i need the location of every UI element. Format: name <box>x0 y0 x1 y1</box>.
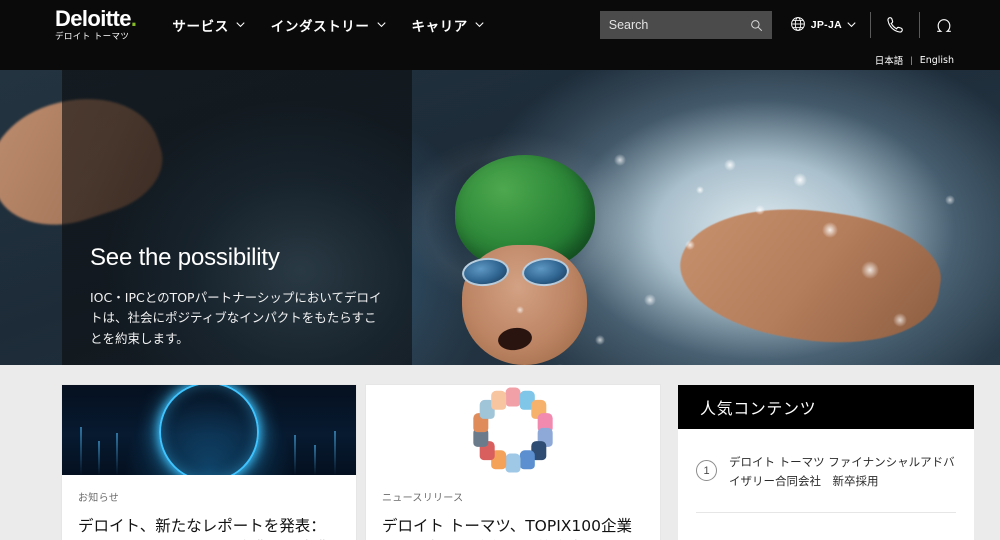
rank-badge: 1 <box>696 460 717 481</box>
globe-icon <box>790 16 806 35</box>
person-icon[interactable] <box>934 15 954 35</box>
card-body: お知らせ デロイト、新たなレポートを発表：アジア パシフィックの企業には事業ポー… <box>62 475 356 540</box>
search-icon[interactable] <box>750 19 763 32</box>
logo-wordmark: Deloitte. <box>55 6 137 32</box>
hero-description: IOC・IPCとのTOPパートナーシップにおいてデロイトは、社会にポジティブなイ… <box>90 290 382 346</box>
hero-content: See the possibility IOC・IPCとのTOPパートナーシップ… <box>90 244 390 365</box>
popular-content-header: 人気コンテンツ <box>678 385 974 429</box>
popular-content-list: 1 デロイト トーマツ ファイナンシャルアドバイザリー合同会社 新卒採用 <box>678 429 974 514</box>
logo-subtitle: デロイト トーマツ <box>55 32 130 43</box>
people-circle-shape <box>472 387 554 473</box>
search-placeholder: Search <box>608 18 649 32</box>
chevron-down-icon <box>847 20 856 29</box>
site-header: Deloitte. デロイト トーマツ サービス インダストリー キャリア Se… <box>0 0 1000 50</box>
neon-ring-shape <box>159 385 259 475</box>
phone-icon[interactable] <box>885 15 905 35</box>
card-title: デロイト トーマツ、TOPIX100企業の役員報酬の実態と人的資本の開示内容を分… <box>382 517 632 540</box>
chevron-down-icon <box>236 20 245 29</box>
main-nav: サービス インダストリー キャリア <box>172 15 484 35</box>
news-card-1[interactable]: お知らせ デロイト、新たなレポートを発表：アジア パシフィックの企業には事業ポー… <box>62 385 356 540</box>
person-figure <box>505 453 521 473</box>
card-kicker: ニュースリリース <box>382 493 464 504</box>
card-media-people-circle <box>366 385 660 475</box>
nav-item-label: インダストリー <box>270 19 370 35</box>
nav-item-services[interactable]: サービス <box>172 15 245 35</box>
card-body: ニュースリリース デロイト トーマツ、TOPIX100企業の役員報酬の実態と人的… <box>366 475 660 540</box>
logo-green-dot: . <box>130 6 137 32</box>
chevron-down-icon <box>376 20 386 29</box>
hero-banner: See the possibility IOC・IPCとのTOPパートナーシップ… <box>0 70 1000 365</box>
content-cards-row: お知らせ デロイト、新たなレポートを発表：アジア パシフィックの企業には事業ポー… <box>0 365 1000 540</box>
card-kicker: お知らせ <box>78 493 119 504</box>
card-media-neon-ring <box>62 385 356 475</box>
deloitte-logo[interactable]: Deloitte. デロイト トーマツ <box>55 6 137 43</box>
language-bar: 日本語 | English <box>0 50 1000 70</box>
hero-left-edge <box>0 70 62 365</box>
header-utilities: Search JP-JA <box>599 11 954 39</box>
locale-label: JP-JA <box>810 19 842 31</box>
lang-link-english[interactable]: English <box>920 55 954 66</box>
search-input[interactable]: Search <box>599 11 772 39</box>
popular-content-panel: 人気コンテンツ 1 デロイト トーマツ ファイナンシャルアドバイザリー合同会社 … <box>678 385 974 540</box>
person-figure <box>519 450 535 470</box>
utilities-divider-2 <box>919 12 920 38</box>
popular-content-title: 人気コンテンツ <box>700 399 817 418</box>
list-item-label: デロイト トーマツ ファイナンシャルアドバイザリー合同会社 新卒採用 <box>729 455 955 488</box>
logo-word-text: Deloitte <box>55 6 131 32</box>
person-figure <box>505 387 521 407</box>
list-item[interactable]: 1 デロイト トーマツ ファイナンシャルアドバイザリー合同会社 新卒採用 <box>696 453 956 514</box>
person-figure <box>491 390 507 410</box>
lang-link-japanese[interactable]: 日本語 <box>875 53 904 67</box>
hero-title: See the possibility <box>90 244 280 271</box>
utilities-divider-1 <box>870 12 871 38</box>
locale-selector[interactable]: JP-JA <box>790 16 856 35</box>
lang-separator: | <box>910 54 913 66</box>
news-card-2[interactable]: ニュースリリース デロイト トーマツ、TOPIX100企業の役員報酬の実態と人的… <box>366 385 660 540</box>
nav-item-label: キャリア <box>411 19 468 35</box>
nav-item-label: サービス <box>172 19 229 35</box>
nav-item-industries[interactable]: インダストリー <box>271 15 386 35</box>
card-title: デロイト、新たなレポートを発表：アジア パシフィックの企業には事業ポートフォリオ… <box>78 517 330 540</box>
chevron-down-icon <box>475 20 484 29</box>
nav-item-careers[interactable]: キャリア <box>412 15 484 35</box>
